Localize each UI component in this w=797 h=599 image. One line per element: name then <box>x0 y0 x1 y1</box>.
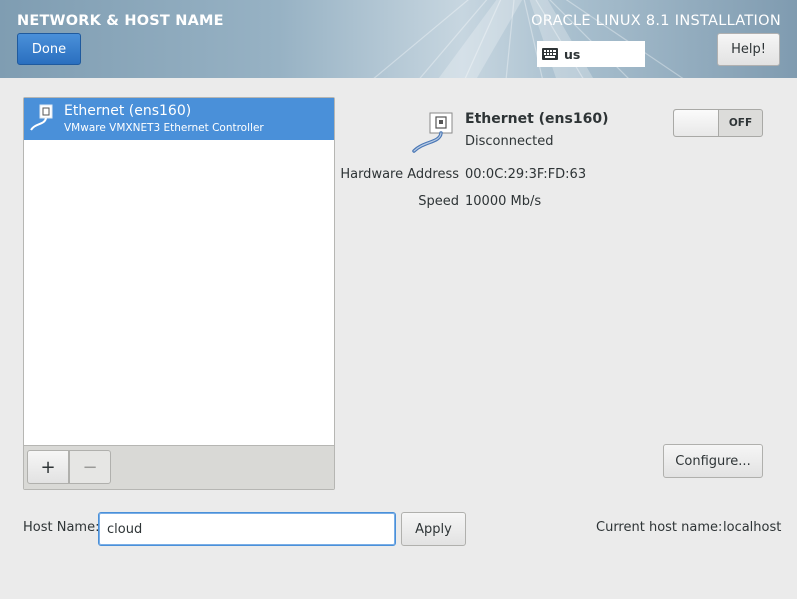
ethernet-icon <box>30 104 53 131</box>
add-device-button[interactable]: + <box>27 450 69 484</box>
list-item[interactable]: Ethernet (ens160) VMware VMXNET3 Etherne… <box>24 98 334 140</box>
apply-button[interactable]: Apply <box>401 512 466 546</box>
page-title: NETWORK & HOST NAME <box>17 13 224 29</box>
device-name: Ethernet (ens160) <box>64 103 192 119</box>
speed-value: 10000 Mb/s <box>465 194 542 209</box>
network-device-list: Ethernet (ens160) VMware VMXNET3 Etherne… <box>23 97 335 490</box>
configure-button[interactable]: Configure... <box>663 444 763 478</box>
device-status: Disconnected <box>465 134 554 149</box>
connection-toggle[interactable]: OFF <box>673 109 763 137</box>
toggle-knob <box>674 110 719 136</box>
ethernet-icon <box>412 112 453 153</box>
remove-device-button[interactable]: − <box>69 450 111 484</box>
list-toolbar: + − <box>24 445 334 489</box>
current-host-name-value: localhost <box>723 520 782 535</box>
header-banner: NETWORK & HOST NAME ORACLE LINUX 8.1 INS… <box>0 0 797 78</box>
device-description: VMware VMXNET3 Ethernet Controller <box>64 122 264 134</box>
hardware-address-value: 00:0C:29:3F:FD:63 <box>465 167 587 182</box>
device-detail-name: Ethernet (ens160) <box>465 111 609 127</box>
speed-label: Speed <box>418 194 459 209</box>
hardware-address-label: Hardware Address <box>340 167 459 182</box>
banner-decoration <box>373 0 684 78</box>
help-button[interactable]: Help! <box>717 33 780 66</box>
keyboard-icon <box>542 48 558 60</box>
keyboard-layout-label: us <box>564 46 581 62</box>
host-name-input[interactable] <box>98 512 396 546</box>
host-name-label: Host Name: <box>23 520 100 535</box>
current-host-name-label: Current host name: <box>596 520 723 535</box>
toggle-state-label: OFF <box>728 117 753 129</box>
product-title: ORACLE LINUX 8.1 INSTALLATION <box>531 13 781 29</box>
done-button[interactable]: Done <box>17 33 81 65</box>
keyboard-layout-indicator[interactable]: us <box>537 41 645 67</box>
